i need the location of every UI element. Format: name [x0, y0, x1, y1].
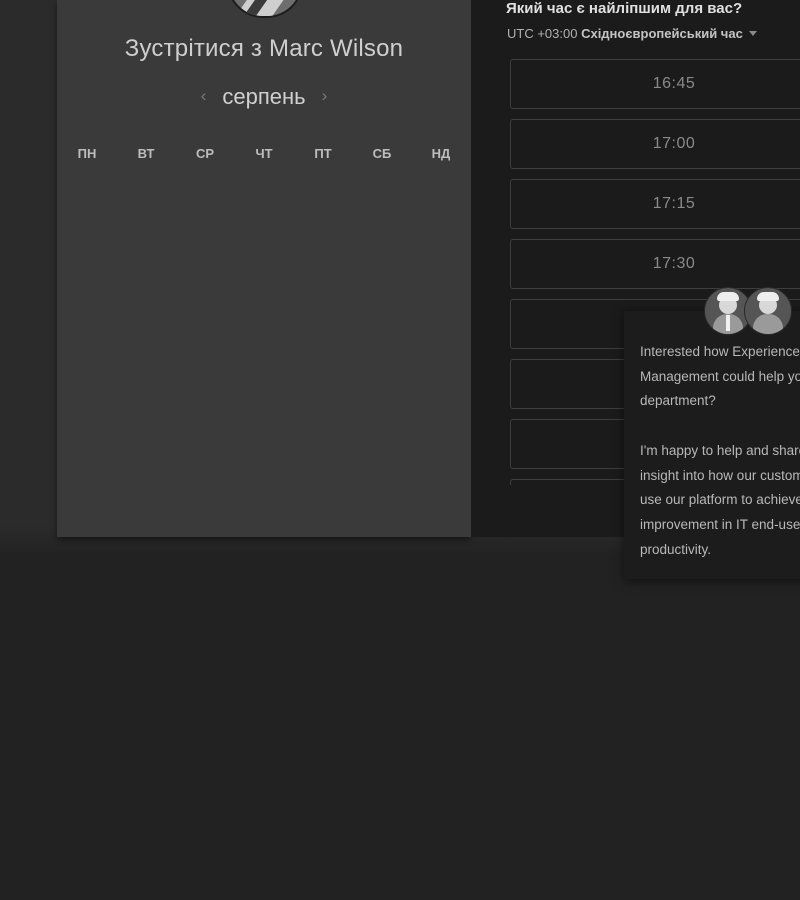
time-slot-label: 17:00: [652, 135, 696, 152]
time-slot-label: 16:45: [652, 75, 696, 92]
meeting-title: Зустрітися з Marc Wilson: [124, 35, 404, 62]
time-slot[interactable]: 17:15: [510, 179, 800, 229]
host-avatar: [227, 0, 303, 18]
month-label: серпень: [222, 84, 306, 109]
chat-message: I'm happy to help and share insight into…: [640, 443, 800, 557]
chevron-right-icon[interactable]: ›: [322, 86, 328, 106]
timezone-selector[interactable]: UTC +03:00 Східноєвропейський час: [507, 26, 757, 41]
weekday-sat: СБ: [372, 146, 392, 161]
weekday-fri: ПТ: [314, 146, 332, 161]
chat-message: Interested how Experience Management cou…: [640, 344, 800, 409]
timezone-offset: UTC +03:00: [507, 26, 578, 41]
calendar-panel: Зустрітися з Marc Wilson ‹ серпень › ПН ВТ…: [57, 0, 471, 537]
time-slot-label: 17:15: [652, 195, 696, 212]
weekday-wed: СР: [195, 146, 215, 161]
agent-avatar[interactable]: [744, 287, 792, 335]
caret-down-icon: [748, 31, 757, 36]
weekday-thu: ЧТ: [255, 146, 273, 161]
month-navigator: ‹ серпень ›: [57, 84, 471, 110]
time-question-heading: Який час є найліпшим для вас?: [506, 0, 743, 17]
weekday-mon: ПН: [77, 146, 97, 161]
weekday-tue: ВТ: [137, 146, 155, 161]
weekday-header: ПН ВТ СР ЧТ ПТ СБ НД: [57, 146, 471, 162]
time-slot[interactable]: 16:45: [510, 59, 800, 109]
chat-popup[interactable]: Interested how Experience Management cou…: [624, 311, 800, 579]
weekday-sun: НД: [431, 146, 451, 161]
time-slot[interactable]: 17:00: [510, 119, 800, 169]
time-slot[interactable]: 17:30: [510, 239, 800, 289]
timezone-name: Східноєвропейський час: [581, 26, 743, 41]
chevron-left-icon[interactable]: ‹: [201, 86, 207, 106]
time-slot-label: 17:30: [652, 255, 696, 272]
